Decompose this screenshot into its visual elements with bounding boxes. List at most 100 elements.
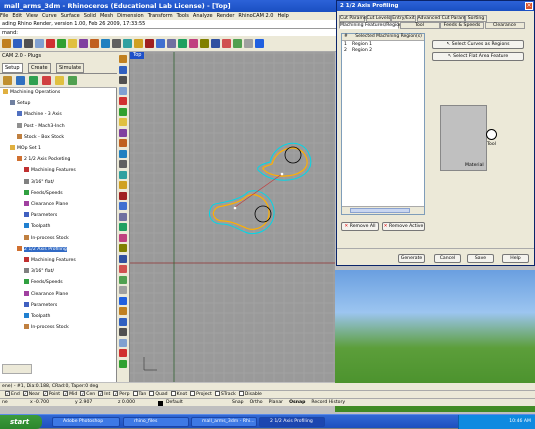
toolbar-button-icon[interactable] xyxy=(145,39,154,48)
tab-simulate[interactable]: Simulate xyxy=(56,63,85,73)
task-profiling[interactable]: 2 1/2 Axis Profiling xyxy=(259,417,325,427)
region-list[interactable]: # Selected Machining Region(s) 1 Region 1… xyxy=(341,33,425,215)
menu-item[interactable]: View xyxy=(26,13,38,19)
tree-item[interactable]: Machining Operations xyxy=(0,89,117,96)
menu-item[interactable]: Analyze xyxy=(193,13,213,19)
vertical-tool-icon[interactable] xyxy=(119,97,127,105)
tree-item[interactable]: 2 1/2 Axis Profiling xyxy=(0,245,117,253)
vertical-tool-icon[interactable] xyxy=(119,202,127,210)
osnap-checkbox[interactable] xyxy=(238,391,244,396)
dialog-tab[interactable]: Entry/Exit xyxy=(391,15,416,22)
status-mode-toggle[interactable]: Planar xyxy=(269,400,283,405)
vertical-tool-icon[interactable] xyxy=(119,317,127,326)
vertical-tool-icon[interactable] xyxy=(119,76,127,84)
status-mode-toggle[interactable]: Ortho xyxy=(250,400,263,405)
osnap-option[interactable]: Tan xyxy=(130,391,146,397)
panel-tool-icon[interactable] xyxy=(68,76,77,85)
tree-item[interactable]: Machining Features xyxy=(0,167,117,174)
vertical-tool-icon[interactable] xyxy=(119,128,127,137)
osnap-checkbox[interactable] xyxy=(170,391,176,396)
status-mode-toggle[interactable]: Osnap xyxy=(289,400,305,405)
panel-tool-icon[interactable] xyxy=(16,76,25,85)
remove-all-button[interactable]: ✕ Remove All xyxy=(341,222,379,231)
osnap-checkbox[interactable]: ✓ xyxy=(63,391,69,396)
vertical-tool-icon[interactable] xyxy=(119,265,127,273)
select-flat-area-button[interactable]: ↖ Select Flat Area Feature xyxy=(432,52,524,61)
tree-item[interactable]: 3/16" flat/ xyxy=(0,268,117,275)
toolbar-button-icon[interactable] xyxy=(13,39,22,48)
panel-tool-icon[interactable] xyxy=(55,76,64,85)
vertical-tool-icon[interactable] xyxy=(119,275,127,284)
tree-item[interactable]: MOp Set 1 xyxy=(0,145,117,152)
vertical-tool-icon[interactable] xyxy=(119,296,127,305)
dialog-tab[interactable]: Advanced Cut Parameters xyxy=(416,15,477,22)
dialog-tab[interactable]: Tool xyxy=(399,22,440,29)
status-mode-toggle[interactable]: Record History xyxy=(311,400,345,405)
vertical-tool-icon[interactable] xyxy=(119,181,127,189)
tree-item[interactable]: Toolpath xyxy=(0,313,117,320)
menu-item[interactable]: Transform xyxy=(148,13,173,19)
toolbar-button-icon[interactable] xyxy=(222,39,231,48)
toolbar-button-icon[interactable] xyxy=(233,39,242,48)
vertical-tool-icon[interactable] xyxy=(119,349,127,357)
vertical-tool-icon[interactable] xyxy=(119,107,127,116)
remove-active-button[interactable]: ✕ Remove Active xyxy=(382,222,425,231)
toolbar-button-icon[interactable] xyxy=(46,39,55,48)
toolbar-button-icon[interactable] xyxy=(112,39,121,48)
menu-item[interactable]: Mesh xyxy=(100,13,113,19)
region-2-curve[interactable] xyxy=(209,190,275,235)
tree-item[interactable]: Stock - Box Stock xyxy=(0,133,117,141)
toolbar-button-icon[interactable] xyxy=(211,39,220,48)
tree-item[interactable]: 2 1/2 Axis Pocketing xyxy=(0,156,117,163)
tree-item[interactable]: Feeds/Speeds xyxy=(0,279,117,286)
top-viewport[interactable]: Top xyxy=(130,52,335,382)
osnap-option[interactable]: ✓ Cen xyxy=(77,391,95,397)
dialog-tab[interactable]: Machining Features/Regions xyxy=(339,22,404,29)
osnap-checkbox[interactable]: ✓ xyxy=(5,391,10,396)
select-curves-button[interactable]: ↖ Select Curves as Regions xyxy=(432,40,524,49)
osnap-option[interactable]: ✓ Point xyxy=(40,391,60,397)
toolbar-button-icon[interactable] xyxy=(24,39,33,48)
tree-item[interactable]: 3/16" flat/ xyxy=(0,178,117,186)
vertical-tool-icon[interactable] xyxy=(119,254,127,263)
help-button[interactable]: Help xyxy=(502,254,529,263)
tree-item[interactable]: Setup xyxy=(0,100,117,107)
osnap-option[interactable]: Disable xyxy=(236,391,262,397)
toolbar-button-icon[interactable] xyxy=(101,39,110,48)
dialog-tab[interactable]: Cut Parameters xyxy=(339,15,376,22)
close-icon[interactable]: × xyxy=(525,2,533,10)
vertical-tool-icon[interactable] xyxy=(119,244,127,252)
tree-item[interactable]: Parameters xyxy=(0,301,117,309)
osnap-checkbox[interactable] xyxy=(190,391,196,396)
viewport-title-top[interactable]: Top xyxy=(130,52,145,59)
generate-button[interactable]: Generate xyxy=(398,254,425,263)
tree-item[interactable]: Clearance Plane xyxy=(0,290,117,298)
toolbar-button-icon[interactable] xyxy=(189,39,198,48)
save-button[interactable]: Save xyxy=(467,254,494,263)
tree-item[interactable]: Feeds/Speeds xyxy=(0,189,117,197)
toolbar-button-icon[interactable] xyxy=(68,39,77,48)
vertical-tool-icon[interactable] xyxy=(119,55,127,63)
vertical-tool-icon[interactable] xyxy=(119,139,127,147)
menu-item[interactable]: Curve xyxy=(42,13,57,19)
vertical-tool-icon[interactable] xyxy=(119,191,127,200)
vertical-tool-icon[interactable] xyxy=(119,118,127,126)
panel-tool-icon[interactable] xyxy=(3,76,12,85)
osnap-option[interactable]: Project xyxy=(187,391,212,397)
vertical-tool-icon[interactable] xyxy=(119,160,127,168)
menu-item[interactable]: Dimension xyxy=(117,13,144,19)
task-rhino[interactable]: mall_arms_3dm - Rhi... xyxy=(191,417,257,427)
osnap-option[interactable]: ✓ Int xyxy=(95,391,110,397)
osnap-checkbox[interactable]: ✓ xyxy=(22,391,28,396)
vertical-tool-icon[interactable] xyxy=(119,233,127,242)
vertical-tool-icon[interactable] xyxy=(119,212,127,221)
tree-item[interactable]: Clearance Plane xyxy=(0,201,117,208)
osnap-checkbox[interactable] xyxy=(214,391,220,396)
osnap-option[interactable]: ✓ End xyxy=(2,391,20,397)
toolbar-button-icon[interactable] xyxy=(35,39,44,48)
toolbar-button-icon[interactable] xyxy=(244,39,253,48)
osnap-option[interactable]: ✓ Mid xyxy=(60,391,77,397)
vertical-tool-icon[interactable] xyxy=(119,328,127,336)
toolbar-button-icon[interactable] xyxy=(178,39,187,48)
vertical-tool-icon[interactable] xyxy=(119,170,127,179)
